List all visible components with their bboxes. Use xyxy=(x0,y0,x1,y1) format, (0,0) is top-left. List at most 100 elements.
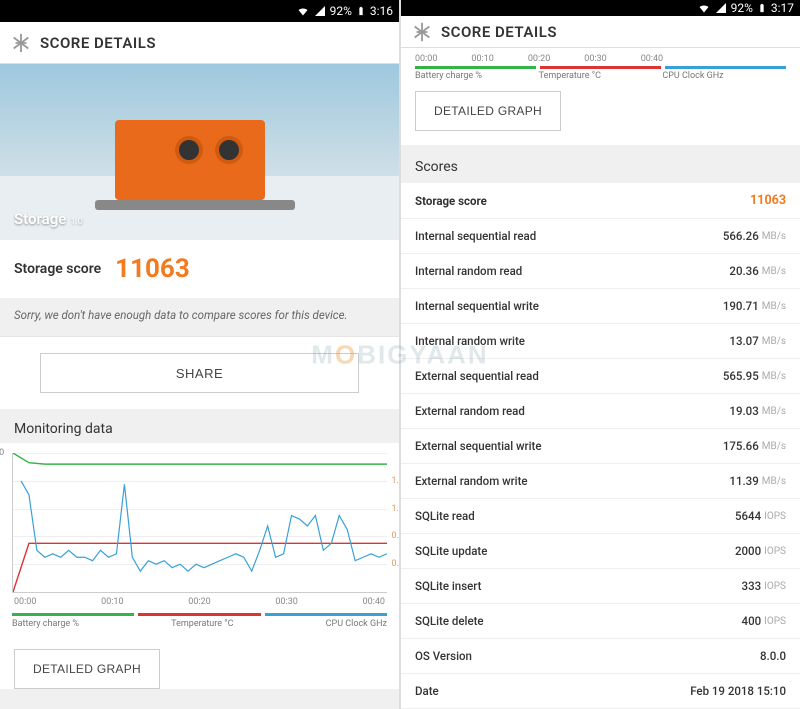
legend-cpu: CPU Clock GHz xyxy=(326,619,387,629)
row-value: 565.95 xyxy=(723,369,759,383)
row-value: 19.03 xyxy=(729,404,758,418)
page-title: SCORE DETAILS xyxy=(40,34,156,52)
row-key: Storage score xyxy=(415,194,750,208)
table-row: Internal random write13.07 MB/s xyxy=(401,324,800,359)
table-row: SQLite update2000IOPS xyxy=(401,534,800,569)
wifi-icon xyxy=(296,5,310,17)
row-value: Feb 19 2018 15:10 xyxy=(690,684,786,698)
row-key: SQLite update xyxy=(415,544,735,558)
battery-percent: 92% xyxy=(731,1,753,15)
mini-legend-labels: Battery charge % Temperature °C CPU Cloc… xyxy=(401,69,800,91)
table-row: OS Version8.0.0 xyxy=(401,639,800,674)
table-row: Storage score11063 xyxy=(401,183,800,219)
battery-percent: 92% xyxy=(330,4,352,18)
row-unit: MB/s xyxy=(762,301,786,312)
row-value: 11063 xyxy=(750,193,786,208)
score-label: Storage score xyxy=(14,261,101,277)
no-data-notice: Sorry, we don't have enough data to comp… xyxy=(0,298,399,336)
row-value: 20.36 xyxy=(729,264,758,278)
wifi-icon xyxy=(697,2,711,14)
hero-label: Storage1.0 xyxy=(14,210,83,228)
page-title: SCORE DETAILS xyxy=(441,23,557,41)
clock-time: 3:17 xyxy=(771,1,794,15)
phone-right: 92% 3:17 SCORE DETAILS 00:00 00:10 00:20… xyxy=(401,0,800,709)
status-bar: 92% 3:17 xyxy=(401,0,800,16)
chart-x-axis: 00:00 00:10 00:20 00:30 00:40 xyxy=(12,593,387,607)
row-value: 175.66 xyxy=(723,439,759,453)
row-unit: MB/s xyxy=(762,441,786,452)
detailed-graph-button[interactable]: DETAILED GRAPH xyxy=(14,649,160,689)
snowflake-icon xyxy=(411,21,433,43)
row-value: 333 xyxy=(742,579,762,593)
table-row: Internal sequential read566.26MB/s xyxy=(401,219,800,254)
legend-cpu: CPU Clock GHz xyxy=(662,71,786,81)
battery-icon xyxy=(757,1,767,15)
signal-icon xyxy=(715,2,727,14)
row-key: Internal sequential write xyxy=(415,299,723,313)
row-value: 2000 xyxy=(735,544,761,558)
legend-temperature: Temperature °C xyxy=(539,71,663,81)
clock-time: 3:16 xyxy=(370,4,393,18)
row-unit: MB/s xyxy=(762,406,786,417)
row-unit: IOPS xyxy=(764,546,786,557)
monitoring-title: Monitoring data xyxy=(0,409,399,443)
mini-legend-color-bars xyxy=(401,66,800,69)
scores-table: Storage score11063Internal sequential re… xyxy=(401,183,800,709)
score-row: Storage score 11063 xyxy=(0,240,399,298)
table-row: External sequential write175.66MB/s xyxy=(401,429,800,464)
row-key: External sequential read xyxy=(415,369,723,383)
row-value: 11.39 xyxy=(729,474,758,488)
row-key: Internal random read xyxy=(415,264,729,278)
table-row: SQLite delete400IOPS xyxy=(401,604,800,639)
table-row: Internal sequential write190.71MB/s xyxy=(401,289,800,324)
row-key: Internal random write xyxy=(415,334,729,348)
row-unit: IOPS xyxy=(764,511,786,522)
row-key: SQLite read xyxy=(415,509,735,523)
row-key: External sequential write xyxy=(415,439,723,453)
monitoring-chart: 100 801.6GHz 601.2GHz 400.8GHz 200.4GHz … xyxy=(0,443,399,635)
row-key: Date xyxy=(415,684,690,698)
share-button[interactable]: SHARE xyxy=(40,353,359,393)
row-value: 13.07 xyxy=(729,334,758,348)
row-value: 566.26 xyxy=(723,229,759,243)
mini-chart-x-axis: 00:00 00:10 00:20 00:30 00:40 xyxy=(401,48,800,66)
detailed-graph-button[interactable]: DETAILED GRAPH xyxy=(415,91,561,131)
chart-canvas: 100 801.6GHz 601.2GHz 400.8GHz 200.4GHz xyxy=(12,453,387,593)
row-unit: IOPS xyxy=(764,616,786,627)
app-header: SCORE DETAILS xyxy=(401,16,800,48)
table-row: External random read19.03 MB/s xyxy=(401,394,800,429)
legend-color-bars xyxy=(12,613,387,616)
table-row: SQLite insert333IOPS xyxy=(401,569,800,604)
hero-image: Storage1.0 xyxy=(0,64,399,240)
table-row: Internal random read20.36 MB/s xyxy=(401,254,800,289)
row-key: OS Version xyxy=(415,649,760,663)
table-row: SQLite read5644IOPS xyxy=(401,499,800,534)
table-row: DateFeb 19 2018 15:10 xyxy=(401,674,800,709)
row-key: External random write xyxy=(415,474,729,488)
row-unit: MB/s xyxy=(762,336,786,347)
row-key: Internal sequential read xyxy=(415,229,723,243)
row-unit: MB/s xyxy=(762,476,786,487)
legend-battery: Battery charge % xyxy=(415,71,539,81)
row-unit: MB/s xyxy=(762,266,786,277)
row-value: 190.71 xyxy=(723,299,759,313)
row-unit: MB/s xyxy=(762,231,786,242)
scores-section-title: Scores xyxy=(401,145,800,183)
phone-left: 92% 3:16 SCORE DETAILS Storage1.0 Storag… xyxy=(0,0,399,709)
battery-icon xyxy=(356,4,366,18)
row-value: 5644 xyxy=(735,509,761,523)
row-key: SQLite insert xyxy=(415,579,742,593)
score-value: 11063 xyxy=(115,254,190,284)
app-header: SCORE DETAILS xyxy=(0,22,399,64)
row-key: SQLite delete xyxy=(415,614,742,628)
table-row: External random write11.39 MB/s xyxy=(401,464,800,499)
signal-icon xyxy=(314,5,326,17)
table-row: External sequential read565.95MB/s xyxy=(401,359,800,394)
row-value: 400 xyxy=(742,614,762,628)
legend-labels: Battery charge % Temperature °C CPU Cloc… xyxy=(12,619,387,629)
snowflake-icon xyxy=(10,32,32,54)
row-key: External random read xyxy=(415,404,729,418)
row-value: 8.0.0 xyxy=(760,649,786,663)
status-bar: 92% 3:16 xyxy=(0,0,399,22)
row-unit: IOPS xyxy=(764,581,786,592)
